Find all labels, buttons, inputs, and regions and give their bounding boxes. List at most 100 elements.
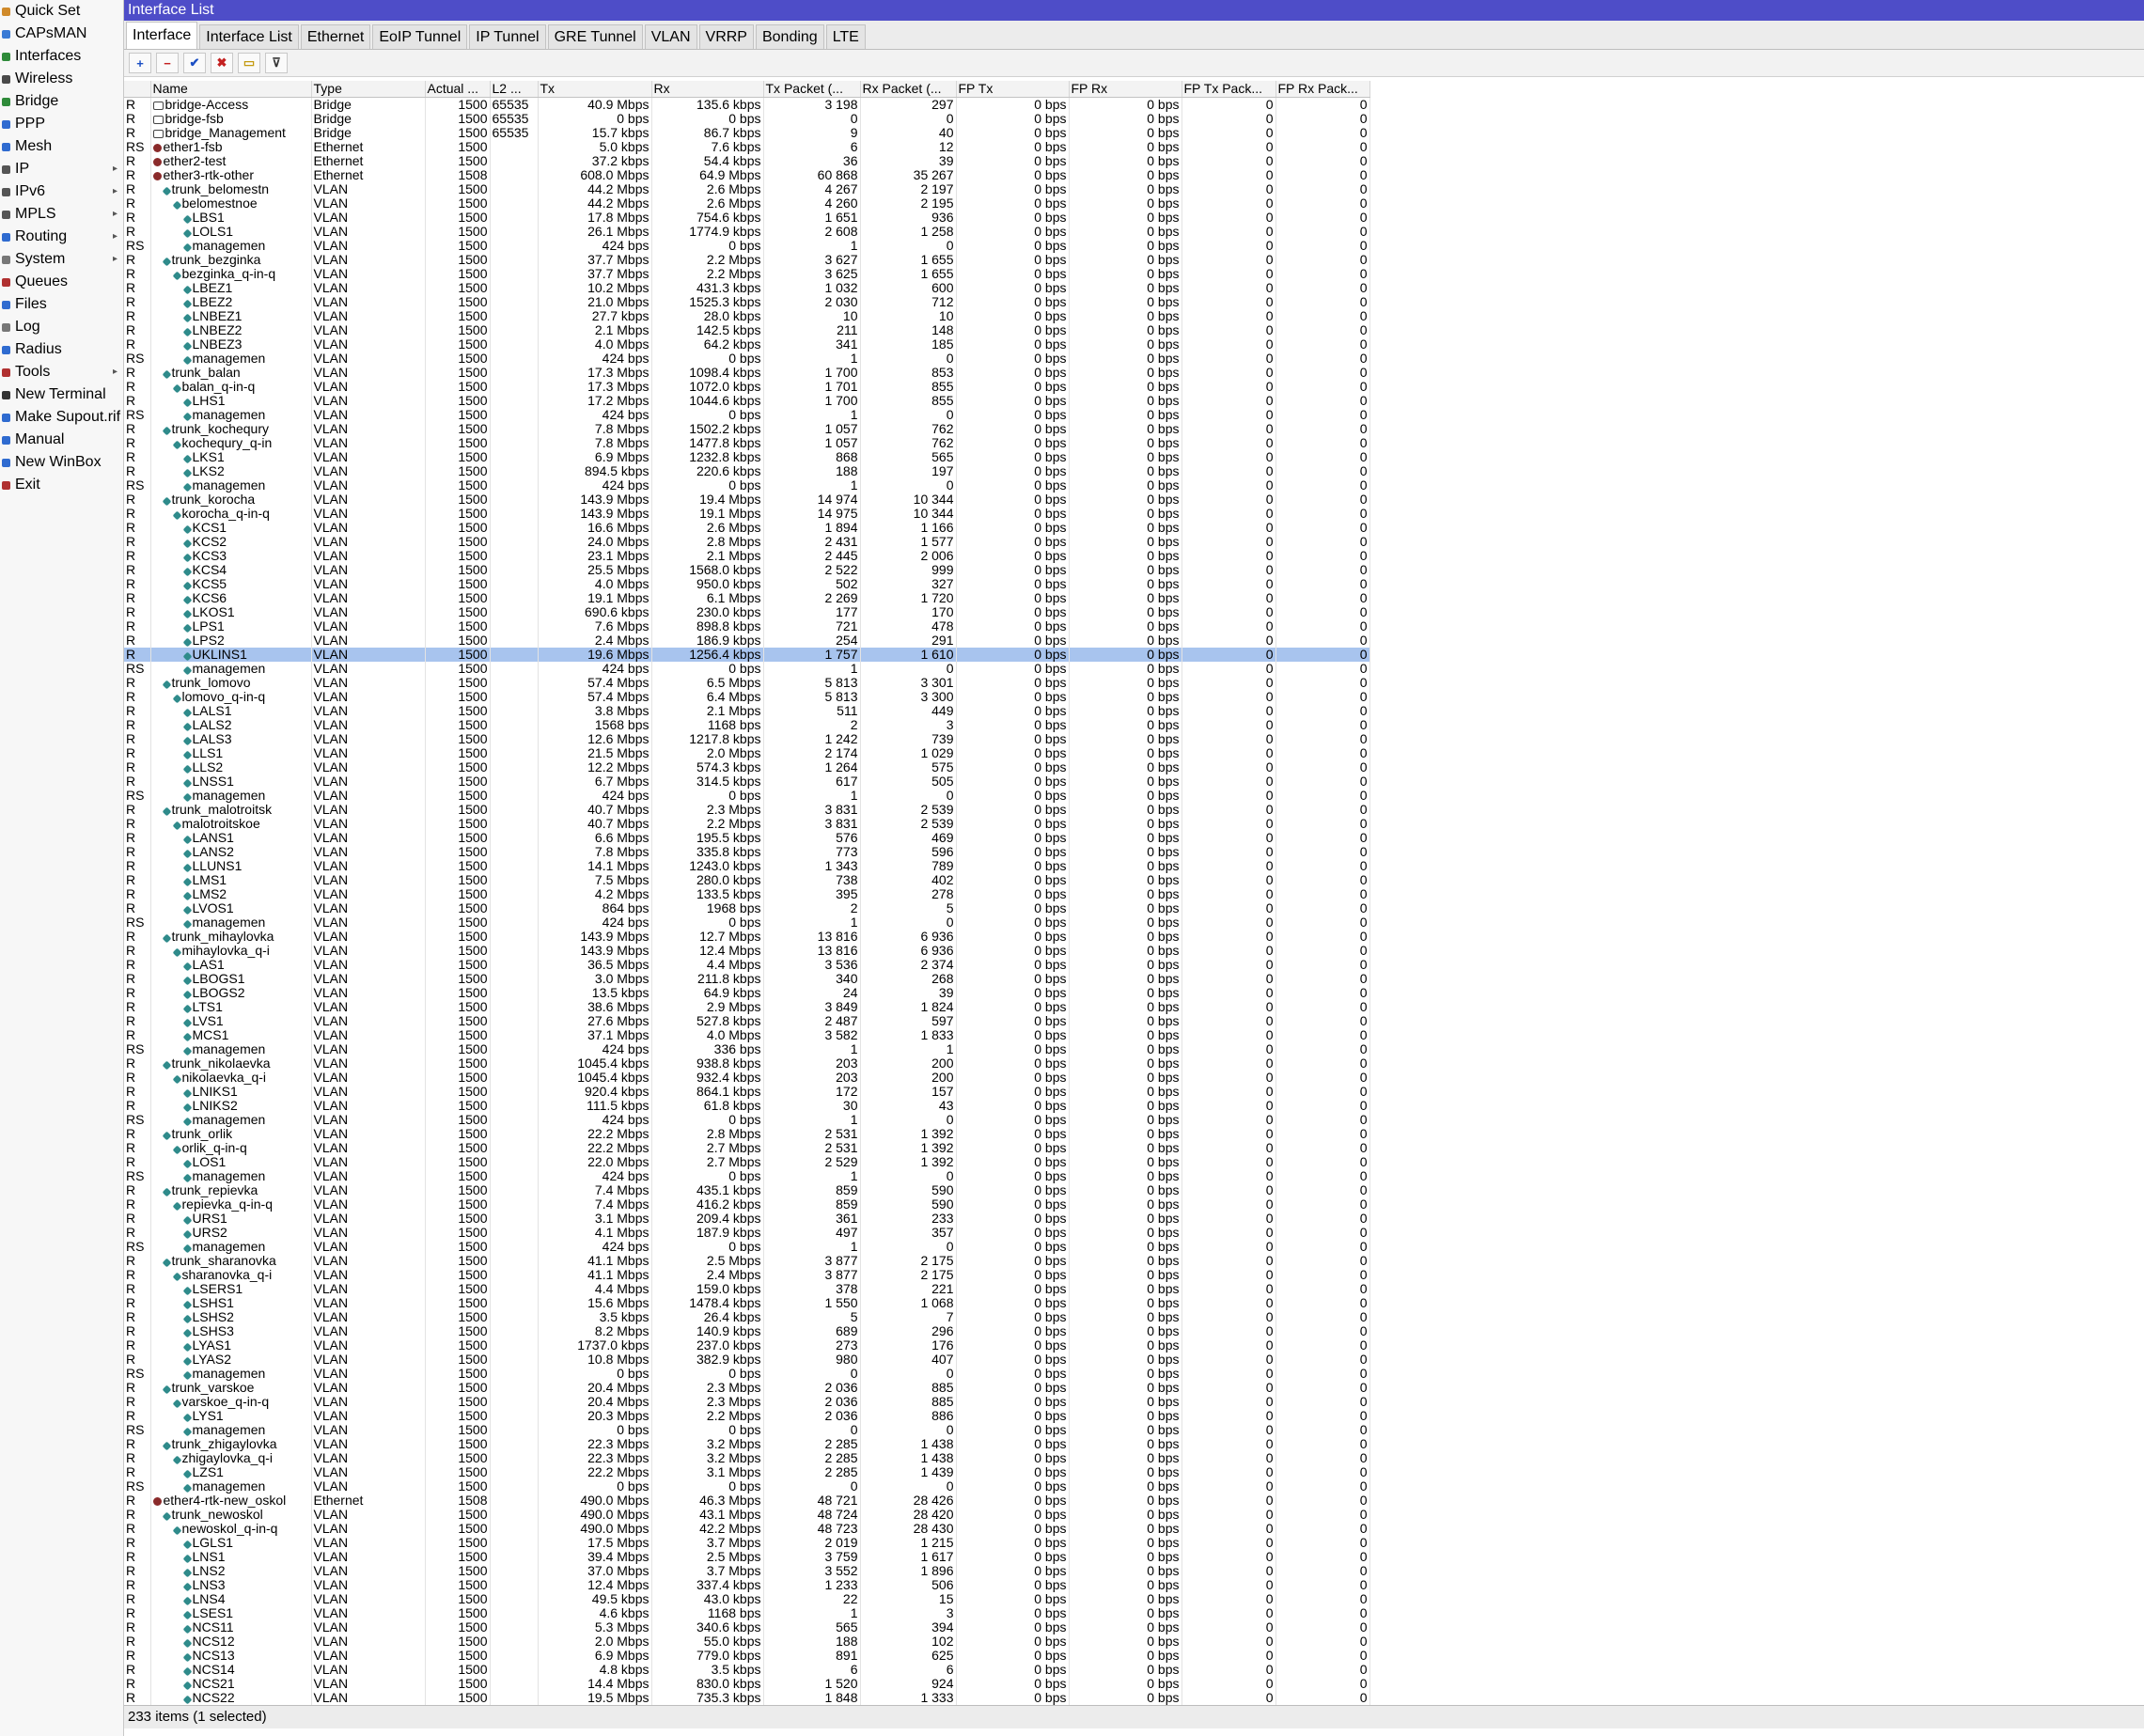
- interface-name-cell[interactable]: LLS2: [150, 760, 312, 774]
- table-row[interactable]: R LBOGS2 VLAN 1500 13.5 kbps 64.9 kbps 24 39 0 b…: [124, 986, 1370, 1000]
- table-row[interactable]: R LSHS2 VLAN 1500 3.5 kbps 26.4 kbps 5 7 0 bps 0 …: [124, 1310, 1370, 1324]
- table-row[interactable]: R LALS3 VLAN 1500 12.6 Mbps 1217.8 kbps 1 242 7…: [124, 732, 1370, 746]
- table-row[interactable]: Rtrunk_varskoe VLAN 1500 20.4 Mbps 2.3 Mbps 2…: [124, 1381, 1370, 1395]
- interface-name-cell[interactable]: sharanovka_q-i: [150, 1268, 312, 1282]
- sidebar-item-radius[interactable]: Radius: [0, 338, 123, 361]
- column-header[interactable]: [124, 81, 151, 98]
- sidebar-item-ip[interactable]: IP ▸: [0, 158, 123, 180]
- table-row[interactable]: R NCS11 VLAN 1500 5.3 Mbps 340.6 kbps 565 394 0 …: [124, 1620, 1370, 1634]
- table-row[interactable]: Rmihaylovka_q-i VLAN 1500 143.9 Mbps 12.4 Mb…: [124, 944, 1370, 958]
- interface-name-cell[interactable]: NCS11: [150, 1620, 312, 1634]
- table-row[interactable]: RS managemen VLAN 1500 424 bps 0 bps 1 0 0 bps 0 …: [124, 789, 1370, 803]
- table-row[interactable]: R NCS22 VLAN 1500 19.5 Mbps 735.3 kbps 1 848 1 …: [124, 1691, 1370, 1705]
- table-row[interactable]: RS managemen VLAN 1500 0 bps 0 bps 0 0 0 bps 0 bp…: [124, 1479, 1370, 1494]
- sidebar-item-log[interactable]: Log: [0, 316, 123, 338]
- interface-name-cell[interactable]: LNBEZ2: [150, 323, 312, 337]
- interface-name-cell[interactable]: managemen: [150, 1479, 312, 1494]
- table-row[interactable]: Rtrunk_balan VLAN 1500 17.3 Mbps 1098.4 kbps…: [124, 366, 1370, 380]
- interface-name-cell[interactable]: managemen: [150, 478, 312, 493]
- sidebar-item-new-terminal[interactable]: New Terminal: [0, 383, 123, 406]
- table-row[interactable]: Rrepievka_q-in-q VLAN 1500 7.4 Mbps 416.2 kb…: [124, 1197, 1370, 1212]
- table-row[interactable]: Rorlik_q-in-q VLAN 1500 22.2 Mbps 2.7 Mbps 2 …: [124, 1141, 1370, 1155]
- interface-name-cell[interactable]: NCS12: [150, 1634, 312, 1649]
- table-row[interactable]: R LBEZ2 VLAN 1500 21.0 Mbps 1525.3 kbps 2 030 7…: [124, 295, 1370, 309]
- interface-name-cell[interactable]: LOS1: [150, 1155, 312, 1169]
- interface-name-cell[interactable]: trunk_newoskol: [150, 1508, 312, 1522]
- sidebar-item-routing[interactable]: Routing ▸: [0, 226, 123, 248]
- interface-name-cell[interactable]: URS1: [150, 1212, 312, 1226]
- table-row[interactable]: R LVOS1 VLAN 1500 864 bps 1968 bps 2 5 0 bps 0 bp…: [124, 901, 1370, 915]
- table-row[interactable]: Rbridge_Management Bridge 1500 65535 15.7 kb…: [124, 126, 1370, 140]
- disable-button[interactable]: ✖: [211, 53, 233, 73]
- interface-name-cell[interactable]: LBOGS1: [150, 972, 312, 986]
- table-row[interactable]: R LTS1 VLAN 1500 38.6 Mbps 2.9 Mbps 3 849 1 824…: [124, 1000, 1370, 1014]
- tab-eoip-tunnel[interactable]: EoIP Tunnel: [372, 24, 468, 49]
- interface-name-cell[interactable]: ether4-rtk-new_oskol: [150, 1494, 312, 1508]
- table-row[interactable]: R LOS1 VLAN 1500 22.0 Mbps 2.7 Mbps 2 529 1 392…: [124, 1155, 1370, 1169]
- table-row[interactable]: Rbalan_q-in-q VLAN 1500 17.3 Mbps 1072.0 kbp…: [124, 380, 1370, 394]
- interface-name-cell[interactable]: lomovo_q-in-q: [150, 690, 312, 704]
- tab-bonding[interactable]: Bonding: [755, 24, 824, 49]
- interface-name-cell[interactable]: KCS5: [150, 577, 312, 591]
- interface-name-cell[interactable]: LMS2: [150, 887, 312, 901]
- column-header[interactable]: FP Rx: [1069, 81, 1182, 98]
- interface-name-cell[interactable]: mihaylovka_q-i: [150, 944, 312, 958]
- sidebar-item-capsman[interactable]: CAPsMAN: [0, 23, 123, 45]
- interface-name-cell[interactable]: NCS13: [150, 1649, 312, 1663]
- table-row[interactable]: Rtrunk_zhigaylovka VLAN 1500 22.3 Mbps 3.2 M…: [124, 1437, 1370, 1451]
- table-row[interactable]: R LYAS1 VLAN 1500 1737.0 kbps 237.0 kbps 273 17…: [124, 1338, 1370, 1353]
- table-row[interactable]: Rether4-rtk-new_oskol Ethernet 1508 490.0 M…: [124, 1494, 1370, 1508]
- table-row[interactable]: RS managemen VLAN 1500 0 bps 0 bps 0 0 0 bps 0 bp…: [124, 1423, 1370, 1437]
- table-row[interactable]: R LKOS1 VLAN 1500 690.6 kbps 230.0 kbps 177 170…: [124, 605, 1370, 619]
- table-row[interactable]: RS managemen VLAN 1500 424 bps 0 bps 1 0 0 bps 0 …: [124, 1240, 1370, 1254]
- interface-name-cell[interactable]: LBEZ1: [150, 281, 312, 295]
- interface-name-cell[interactable]: trunk_nikolaevka: [150, 1056, 312, 1071]
- interface-name-cell[interactable]: LSHS3: [150, 1324, 312, 1338]
- interface-name-cell[interactable]: trunk_lomovo: [150, 676, 312, 690]
- table-row[interactable]: R LNIKS1 VLAN 1500 920.4 kbps 864.1 kbps 172 15…: [124, 1085, 1370, 1099]
- add-button[interactable]: +: [129, 53, 151, 73]
- table-row[interactable]: Rbelomestnoe VLAN 1500 44.2 Mbps 2.6 Mbps 4 2…: [124, 196, 1370, 211]
- interface-name-cell[interactable]: LBEZ2: [150, 295, 312, 309]
- interface-name-cell[interactable]: korocha_q-in-q: [150, 507, 312, 521]
- interface-name-cell[interactable]: bridge-Access: [150, 97, 312, 112]
- interface-name-cell[interactable]: LAS1: [150, 958, 312, 972]
- tab-interface-list[interactable]: Interface List: [199, 24, 299, 49]
- sidebar-item-quick-set[interactable]: Quick Set: [0, 0, 123, 23]
- interface-name-cell[interactable]: trunk_kochequry: [150, 422, 312, 436]
- table-row[interactable]: RS managemen VLAN 1500 424 bps 0 bps 1 0 0 bps 0 …: [124, 408, 1370, 422]
- table-row[interactable]: R LNBEZ1 VLAN 1500 27.7 kbps 28.0 kbps 10 10 0 b…: [124, 309, 1370, 323]
- interface-name-cell[interactable]: LKOS1: [150, 605, 312, 619]
- table-row[interactable]: R LMS2 VLAN 1500 4.2 Mbps 133.5 kbps 395 278 0 b…: [124, 887, 1370, 901]
- table-row[interactable]: Rkochequry_q-in VLAN 1500 7.8 Mbps 1477.8 kb…: [124, 436, 1370, 450]
- column-header[interactable]: Tx Packet (...: [763, 81, 861, 98]
- interface-name-cell[interactable]: LPS1: [150, 619, 312, 633]
- table-row[interactable]: R KCS6 VLAN 1500 19.1 Mbps 6.1 Mbps 2 269 1 720…: [124, 591, 1370, 605]
- interface-name-cell[interactable]: belomestnoe: [150, 196, 312, 211]
- column-header[interactable]: Name: [150, 81, 312, 98]
- table-row[interactable]: R LOLS1 VLAN 1500 26.1 Mbps 1774.9 kbps 2 608 1…: [124, 225, 1370, 239]
- table-row[interactable]: R NCS21 VLAN 1500 14.4 Mbps 830.0 kbps 1 520 92…: [124, 1677, 1370, 1691]
- table-row[interactable]: R LANS1 VLAN 1500 6.6 Mbps 195.5 kbps 576 469 0 …: [124, 831, 1370, 845]
- interface-name-cell[interactable]: LKS1: [150, 450, 312, 464]
- table-row[interactable]: Rkorocha_q-in-q VLAN 1500 143.9 Mbps 19.1 Mb…: [124, 507, 1370, 521]
- interface-name-cell[interactable]: LGLS1: [150, 1536, 312, 1550]
- interface-name-cell[interactable]: URS2: [150, 1226, 312, 1240]
- column-header[interactable]: FP Rx Pack...: [1275, 81, 1370, 98]
- tab-gre-tunnel[interactable]: GRE Tunnel: [547, 24, 643, 49]
- interface-name-cell[interactable]: KCS4: [150, 563, 312, 577]
- interface-name-cell[interactable]: LBS1: [150, 211, 312, 225]
- table-row[interactable]: R LVS1 VLAN 1500 27.6 Mbps 527.8 kbps 2 487 597…: [124, 1014, 1370, 1028]
- interface-name-cell[interactable]: managemen: [150, 789, 312, 803]
- interface-name-cell[interactable]: trunk_repievka: [150, 1183, 312, 1197]
- interface-name-cell[interactable]: LMS1: [150, 873, 312, 887]
- interface-name-cell[interactable]: newoskol_q-in-q: [150, 1522, 312, 1536]
- interface-name-cell[interactable]: LALS1: [150, 704, 312, 718]
- table-row[interactable]: RS ether1-fsb Ethernet 1500 5.0 kbps 7.6 kbps…: [124, 140, 1370, 154]
- column-header[interactable]: Rx Packet (...: [860, 81, 957, 98]
- table-row[interactable]: Rtrunk_repievka VLAN 1500 7.4 Mbps 435.1 kbp…: [124, 1183, 1370, 1197]
- interface-name-cell[interactable]: KCS3: [150, 549, 312, 563]
- table-row[interactable]: R LPS1 VLAN 1500 7.6 Mbps 898.8 kbps 721 478 0 b…: [124, 619, 1370, 633]
- column-header[interactable]: FP Tx Pack...: [1182, 81, 1276, 98]
- table-row[interactable]: R KCS2 VLAN 1500 24.0 Mbps 2.8 Mbps 2 431 1 577…: [124, 535, 1370, 549]
